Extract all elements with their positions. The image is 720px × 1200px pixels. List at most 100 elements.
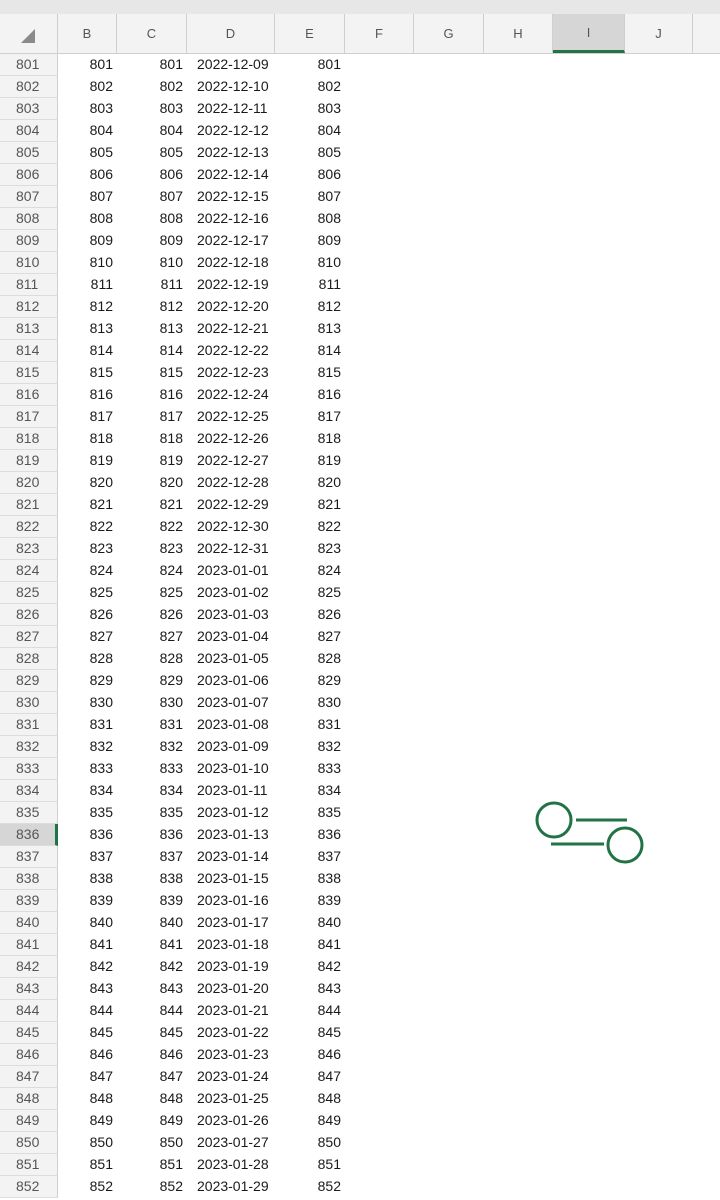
row-header[interactable]: 806 xyxy=(0,164,58,186)
cell-C[interactable]: 811 xyxy=(117,274,187,296)
cell-D[interactable]: 2023-01-16 xyxy=(187,890,275,912)
cell-D[interactable]: 2022-12-29 xyxy=(187,494,275,516)
row-header[interactable]: 808 xyxy=(0,208,58,230)
cell-E[interactable]: 804 xyxy=(275,120,345,142)
cell-C[interactable]: 851 xyxy=(117,1154,187,1176)
cell-C[interactable]: 816 xyxy=(117,384,187,406)
cell-B[interactable]: 838 xyxy=(58,868,117,890)
cell-B[interactable]: 821 xyxy=(58,494,117,516)
cell-B[interactable]: 819 xyxy=(58,450,117,472)
cell-E[interactable]: 830 xyxy=(275,692,345,714)
row-header[interactable]: 837 xyxy=(0,846,58,868)
cell-E[interactable]: 807 xyxy=(275,186,345,208)
cell-D[interactable]: 2023-01-03 xyxy=(187,604,275,626)
cell-E[interactable]: 840 xyxy=(275,912,345,934)
cell-D[interactable]: 2023-01-27 xyxy=(187,1132,275,1154)
cell-B[interactable]: 828 xyxy=(58,648,117,670)
cell-D[interactable]: 2023-01-14 xyxy=(187,846,275,868)
row-header[interactable]: 830 xyxy=(0,692,58,714)
cell-B[interactable]: 829 xyxy=(58,670,117,692)
row-header[interactable]: 817 xyxy=(0,406,58,428)
cell-B[interactable]: 815 xyxy=(58,362,117,384)
cell-E[interactable]: 819 xyxy=(275,450,345,472)
cell-D[interactable]: 2023-01-24 xyxy=(187,1066,275,1088)
cell-E[interactable]: 828 xyxy=(275,648,345,670)
cell-C[interactable]: 818 xyxy=(117,428,187,450)
cell-C[interactable]: 819 xyxy=(117,450,187,472)
cell-C[interactable]: 827 xyxy=(117,626,187,648)
cell-D[interactable]: 2022-12-24 xyxy=(187,384,275,406)
cell-B[interactable]: 832 xyxy=(58,736,117,758)
cell-B[interactable]: 822 xyxy=(58,516,117,538)
cell-E[interactable]: 847 xyxy=(275,1066,345,1088)
cell-E[interactable]: 810 xyxy=(275,252,345,274)
row-header[interactable]: 818 xyxy=(0,428,58,450)
cell-C[interactable]: 841 xyxy=(117,934,187,956)
cell-D[interactable]: 2023-01-28 xyxy=(187,1154,275,1176)
row-header[interactable]: 833 xyxy=(0,758,58,780)
cell-B[interactable]: 816 xyxy=(58,384,117,406)
cell-B[interactable]: 813 xyxy=(58,318,117,340)
cell-B[interactable]: 825 xyxy=(58,582,117,604)
cell-B[interactable]: 826 xyxy=(58,604,117,626)
row-header[interactable]: 834 xyxy=(0,780,58,802)
cell-E[interactable]: 838 xyxy=(275,868,345,890)
cell-E[interactable]: 826 xyxy=(275,604,345,626)
selection-handles-icon[interactable] xyxy=(528,795,648,870)
cell-E[interactable]: 844 xyxy=(275,1000,345,1022)
cell-C[interactable]: 835 xyxy=(117,802,187,824)
cell-B[interactable]: 834 xyxy=(58,780,117,802)
cell-C[interactable]: 814 xyxy=(117,340,187,362)
cell-B[interactable]: 842 xyxy=(58,956,117,978)
row-header[interactable]: 848 xyxy=(0,1088,58,1110)
cell-D[interactable]: 2022-12-16 xyxy=(187,208,275,230)
cell-B[interactable]: 809 xyxy=(58,230,117,252)
row-header[interactable]: 827 xyxy=(0,626,58,648)
cell-D[interactable]: 2023-01-07 xyxy=(187,692,275,714)
row-header[interactable]: 843 xyxy=(0,978,58,1000)
cell-C[interactable]: 830 xyxy=(117,692,187,714)
cell-D[interactable]: 2022-12-27 xyxy=(187,450,275,472)
cell-B[interactable]: 849 xyxy=(58,1110,117,1132)
cell-C[interactable]: 805 xyxy=(117,142,187,164)
cell-C[interactable]: 810 xyxy=(117,252,187,274)
cell-E[interactable]: 834 xyxy=(275,780,345,802)
cell-B[interactable]: 807 xyxy=(58,186,117,208)
cell-D[interactable]: 2023-01-17 xyxy=(187,912,275,934)
cell-C[interactable]: 828 xyxy=(117,648,187,670)
cell-E[interactable]: 803 xyxy=(275,98,345,120)
cell-E[interactable]: 820 xyxy=(275,472,345,494)
cell-C[interactable]: 839 xyxy=(117,890,187,912)
cell-E[interactable]: 818 xyxy=(275,428,345,450)
column-header-I[interactable]: I xyxy=(553,14,625,53)
cell-B[interactable]: 852 xyxy=(58,1176,117,1198)
cell-E[interactable]: 841 xyxy=(275,934,345,956)
row-header[interactable]: 847 xyxy=(0,1066,58,1088)
cell-E[interactable]: 851 xyxy=(275,1154,345,1176)
cell-B[interactable]: 835 xyxy=(58,802,117,824)
cell-C[interactable]: 829 xyxy=(117,670,187,692)
column-header-C[interactable]: C xyxy=(117,14,187,53)
column-header-H[interactable]: H xyxy=(484,14,553,53)
cell-E[interactable]: 839 xyxy=(275,890,345,912)
cell-D[interactable]: 2023-01-29 xyxy=(187,1176,275,1198)
cell-C[interactable]: 838 xyxy=(117,868,187,890)
cell-D[interactable]: 2023-01-19 xyxy=(187,956,275,978)
cell-C[interactable]: 804 xyxy=(117,120,187,142)
cell-E[interactable]: 848 xyxy=(275,1088,345,1110)
cell-E[interactable]: 808 xyxy=(275,208,345,230)
cell-C[interactable]: 836 xyxy=(117,824,187,846)
row-header[interactable]: 810 xyxy=(0,252,58,274)
cell-E[interactable]: 827 xyxy=(275,626,345,648)
cell-C[interactable]: 821 xyxy=(117,494,187,516)
cell-E[interactable]: 849 xyxy=(275,1110,345,1132)
cell-C[interactable]: 852 xyxy=(117,1176,187,1198)
cell-D[interactable]: 2023-01-08 xyxy=(187,714,275,736)
cell-E[interactable]: 802 xyxy=(275,76,345,98)
cell-D[interactable]: 2022-12-15 xyxy=(187,186,275,208)
row-header[interactable]: 803 xyxy=(0,98,58,120)
cell-B[interactable]: 804 xyxy=(58,120,117,142)
cell-E[interactable]: 817 xyxy=(275,406,345,428)
cell-C[interactable]: 843 xyxy=(117,978,187,1000)
row-header[interactable]: 824 xyxy=(0,560,58,582)
